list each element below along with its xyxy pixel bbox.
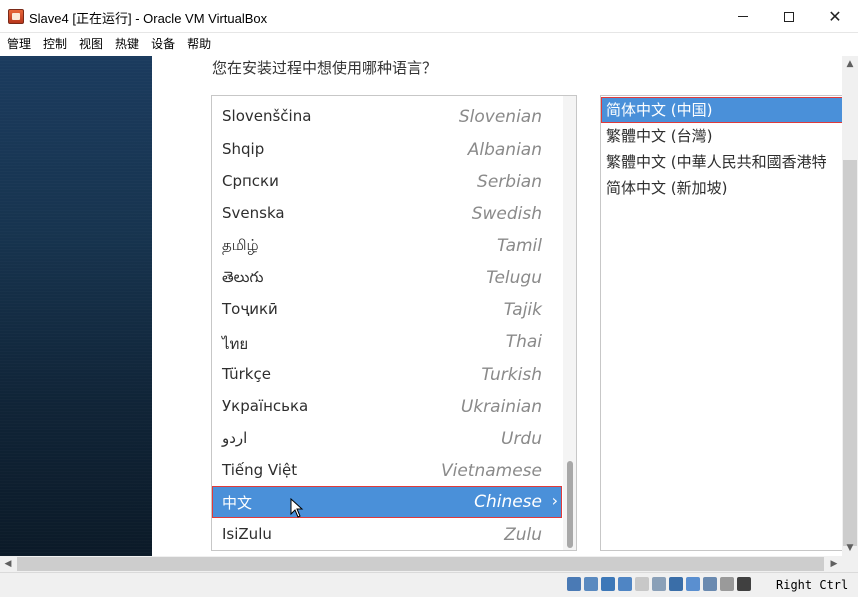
scroll-left-icon[interactable]: ◀	[0, 556, 16, 572]
language-row[interactable]: తెలుగు Telugu	[212, 262, 562, 294]
shared-folders-icon[interactable]	[652, 577, 666, 591]
scroll-down-icon[interactable]: ▼	[842, 540, 858, 556]
minimize-button[interactable]	[720, 0, 766, 33]
language-row[interactable]: Українська Ukrainian	[212, 391, 562, 423]
language-native-name: தமிழ்	[222, 236, 259, 254]
language-row[interactable]: Türkçe Turkish	[212, 359, 562, 391]
locale-item[interactable]: 繁體中文 (中華人民共和國香港特	[601, 149, 842, 175]
keyboard-capture-icon[interactable]	[737, 577, 751, 591]
language-english-name: Slovenian	[458, 107, 542, 127]
audio-icon[interactable]	[601, 577, 615, 591]
language-row[interactable]: ไทย Thai	[212, 326, 562, 358]
vm-horizontal-scrollbar[interactable]: ◀ ▶	[0, 556, 842, 572]
scrollbar-corner	[842, 556, 858, 572]
language-english-name: Thai	[505, 332, 542, 352]
usb-icon[interactable]	[635, 577, 649, 591]
locale-list[interactable]: 简体中文 (中国) 繁體中文 (台灣) 繁體中文 (中華人民共和國香港特 简体中文 (…	[600, 95, 842, 551]
menu-hotkeys[interactable]: 热键	[109, 33, 145, 56]
language-native-name: Shqip	[222, 140, 265, 158]
vertical-scroll-thumb[interactable]	[843, 160, 857, 546]
menu-help[interactable]: 帮助	[181, 33, 217, 56]
locale-item[interactable]: 简体中文 (新加坡)	[601, 175, 842, 201]
close-button[interactable]: ✕	[812, 0, 858, 33]
language-row[interactable]: Svenska Swedish	[212, 198, 562, 230]
virtualbox-app-icon	[8, 9, 24, 24]
language-row[interactable]: தமிழ் Tamil	[212, 230, 562, 262]
language-native-name: Svenska	[222, 204, 285, 222]
language-native-name: ไทย	[222, 335, 249, 353]
installer-sidebar	[0, 56, 152, 556]
scroll-right-icon[interactable]: ▶	[826, 556, 842, 572]
locale-item[interactable]: 繁體中文 (台灣)	[601, 123, 842, 149]
language-english-name: Zulu	[504, 525, 542, 545]
language-row[interactable]: Tiếng Việt Vietnamese	[212, 455, 562, 487]
menu-devices[interactable]: 设备	[145, 33, 181, 56]
language-row[interactable]: Slovenščina Slovenian	[212, 101, 562, 133]
language-native-name: اردو	[222, 429, 248, 447]
language-native-name: 中文	[222, 494, 253, 512]
menu-bar: 管理 控制 视图 热键 设备 帮助	[0, 33, 858, 56]
menu-view[interactable]: 视图	[73, 33, 109, 56]
status-bar: Right Ctrl	[0, 572, 858, 597]
menu-control[interactable]: 控制	[37, 33, 73, 56]
language-list-scroll-thumb[interactable]	[567, 461, 573, 548]
language-row[interactable]: IsiZulu Zulu	[212, 519, 562, 550]
language-english-name: Chinese	[474, 492, 542, 512]
language-native-name: Slovenščina	[222, 107, 312, 125]
mouse-integration-icon[interactable]	[720, 577, 734, 591]
display-icon[interactable]	[669, 577, 683, 591]
language-english-name: Tamil	[496, 236, 542, 256]
language-row[interactable]: Српски Serbian	[212, 166, 562, 198]
mouse-cursor-icon	[290, 498, 304, 518]
vm-display[interactable]: 您在安装过程中想使用哪种语言？ Slovenščina Slovenian Shqi…	[0, 56, 842, 556]
network-icon[interactable]	[618, 577, 632, 591]
language-english-name: Urdu	[501, 429, 542, 449]
language-native-name: IsiZulu	[222, 525, 272, 543]
hard-disk-icon[interactable]	[567, 577, 581, 591]
title-bar: Slave4 [正在运行] - Oracle VM VirtualBox ✕	[0, 0, 858, 33]
language-english-name: Vietnamese	[440, 461, 542, 481]
host-key-label: Right Ctrl	[776, 578, 849, 592]
language-list[interactable]: Slovenščina Slovenian Shqip Albanian Српски S…	[211, 95, 577, 551]
language-english-name: Turkish	[481, 365, 542, 385]
language-row[interactable]: اردو Urdu	[212, 423, 562, 455]
status-icons	[567, 577, 754, 591]
language-english-name: Swedish	[471, 204, 542, 224]
language-english-name: Serbian	[477, 172, 542, 192]
video-capture-icon[interactable]	[686, 577, 700, 591]
locale-item[interactable]: 简体中文 (中国)	[601, 97, 842, 123]
language-question: 您在安装过程中想使用哪种语言？	[212, 59, 438, 77]
language-english-name: Ukrainian	[460, 397, 542, 417]
language-english-name: Albanian	[467, 140, 542, 160]
optical-drive-icon[interactable]	[584, 577, 598, 591]
maximize-icon	[784, 11, 794, 22]
language-list-scrollbar[interactable]	[563, 96, 576, 550]
language-native-name: Tiếng Việt	[222, 461, 298, 479]
vm-vertical-scrollbar[interactable]: ▲ ▼	[842, 56, 858, 556]
language-native-name: Türkçe	[222, 365, 271, 383]
chevron-right-icon: ›	[551, 491, 558, 510]
language-row[interactable]: Тоҷикӣ Tajik	[212, 294, 562, 326]
minimize-icon	[738, 16, 748, 17]
menu-machine[interactable]: 管理	[0, 33, 37, 56]
horizontal-scroll-thumb[interactable]	[17, 557, 824, 571]
maximize-button[interactable]	[766, 0, 812, 33]
language-row[interactable]: Shqip Albanian	[212, 134, 562, 166]
close-icon: ✕	[828, 7, 842, 26]
virtualization-icon[interactable]	[703, 577, 717, 591]
language-native-name: Тоҷикӣ	[222, 300, 278, 318]
window-title: Slave4 [正在运行] - Oracle VM VirtualBox	[29, 11, 268, 26]
scroll-up-icon[interactable]: ▲	[842, 56, 858, 72]
language-native-name: Українська	[222, 397, 309, 415]
language-row[interactable]: 中文 Chinese ›	[212, 486, 562, 518]
language-english-name: Tajik	[503, 300, 542, 320]
language-english-name: Telugu	[486, 268, 542, 288]
language-native-name: Српски	[222, 172, 279, 190]
language-native-name: తెలుగు	[222, 268, 264, 286]
